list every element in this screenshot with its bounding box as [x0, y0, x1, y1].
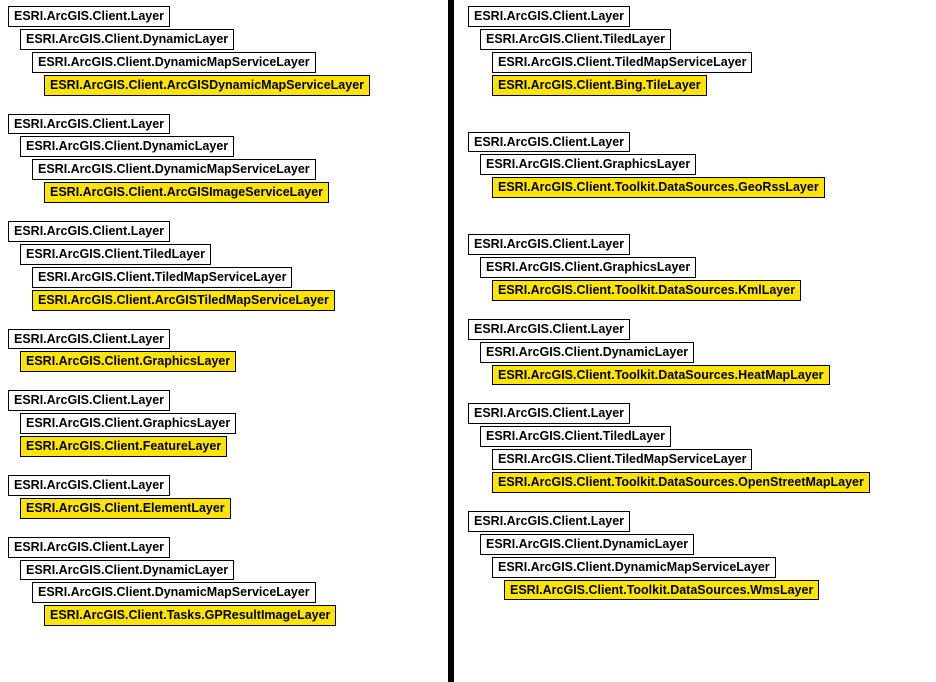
class-node: ESRI.ArcGIS.Client.DynamicMapServiceLaye…	[32, 159, 316, 180]
class-node: ESRI.ArcGIS.Client.DynamicLayer	[20, 136, 234, 157]
class-node-highlight: ESRI.ArcGIS.Client.FeatureLayer	[20, 436, 227, 457]
class-node-highlight: ESRI.ArcGIS.Client.ArcGISDynamicMapServi…	[44, 75, 370, 96]
class-node-highlight: ESRI.ArcGIS.Client.Tasks.GPResultImageLa…	[44, 605, 336, 626]
class-node: ESRI.ArcGIS.Client.Layer	[468, 511, 630, 532]
class-node-highlight: ESRI.ArcGIS.Client.Toolkit.DataSources.G…	[492, 177, 825, 198]
class-node: ESRI.ArcGIS.Client.Layer	[8, 537, 170, 558]
class-node: ESRI.ArcGIS.Client.TiledMapServiceLayer	[32, 267, 292, 288]
class-node: ESRI.ArcGIS.Client.DynamicLayer	[20, 29, 234, 50]
class-node: ESRI.ArcGIS.Client.Layer	[468, 6, 630, 27]
hierarchy-group: ESRI.ArcGIS.Client.LayerESRI.ArcGIS.Clie…	[8, 6, 440, 98]
class-node: ESRI.ArcGIS.Client.Layer	[8, 6, 170, 27]
hierarchy-group: ESRI.ArcGIS.Client.LayerESRI.ArcGIS.Clie…	[8, 221, 440, 313]
class-node: ESRI.ArcGIS.Client.DynamicMapServiceLaye…	[32, 582, 316, 603]
hierarchy-group: ESRI.ArcGIS.Client.LayerESRI.ArcGIS.Clie…	[8, 329, 440, 375]
class-node: ESRI.ArcGIS.Client.Layer	[468, 319, 630, 340]
hierarchy-group: ESRI.ArcGIS.Client.LayerESRI.ArcGIS.Clie…	[468, 132, 928, 201]
class-node: ESRI.ArcGIS.Client.Layer	[8, 390, 170, 411]
class-node: ESRI.ArcGIS.Client.GraphicsLayer	[480, 154, 696, 175]
class-node-highlight: ESRI.ArcGIS.Client.ElementLayer	[20, 498, 231, 519]
class-node-highlight: ESRI.ArcGIS.Client.ArcGISTiledMapService…	[32, 290, 335, 311]
class-node: ESRI.ArcGIS.Client.Layer	[468, 234, 630, 255]
class-node-highlight: ESRI.ArcGIS.Client.Toolkit.DataSources.O…	[492, 472, 870, 493]
class-node: ESRI.ArcGIS.Client.GraphicsLayer	[480, 257, 696, 278]
class-node: ESRI.ArcGIS.Client.TiledMapServiceLayer	[492, 449, 752, 470]
hierarchy-group: ESRI.ArcGIS.Client.LayerESRI.ArcGIS.Clie…	[468, 403, 928, 495]
class-node: ESRI.ArcGIS.Client.Layer	[8, 221, 170, 242]
class-node-highlight: ESRI.ArcGIS.Client.Bing.TileLayer	[492, 75, 707, 96]
class-node: ESRI.ArcGIS.Client.TiledMapServiceLayer	[492, 52, 752, 73]
class-node: ESRI.ArcGIS.Client.Layer	[8, 475, 170, 496]
diagram-columns: ESRI.ArcGIS.Client.LayerESRI.ArcGIS.Clie…	[0, 0, 936, 682]
class-node: ESRI.ArcGIS.Client.GraphicsLayer	[20, 413, 236, 434]
class-node: ESRI.ArcGIS.Client.Layer	[8, 329, 170, 350]
class-node-highlight: ESRI.ArcGIS.Client.Toolkit.DataSources.K…	[492, 280, 801, 301]
class-node: ESRI.ArcGIS.Client.Layer	[468, 403, 630, 424]
class-node-highlight: ESRI.ArcGIS.Client.Toolkit.DataSources.W…	[504, 580, 819, 601]
class-node: ESRI.ArcGIS.Client.Layer	[8, 114, 170, 135]
class-node: ESRI.ArcGIS.Client.DynamicLayer	[480, 342, 694, 363]
class-node: ESRI.ArcGIS.Client.DynamicLayer	[480, 534, 694, 555]
hierarchy-group: ESRI.ArcGIS.Client.LayerESRI.ArcGIS.Clie…	[8, 114, 440, 206]
class-node: ESRI.ArcGIS.Client.TiledLayer	[480, 426, 671, 447]
left-column: ESRI.ArcGIS.Client.LayerESRI.ArcGIS.Clie…	[0, 0, 448, 682]
class-node: ESRI.ArcGIS.Client.TiledLayer	[480, 29, 671, 50]
class-node: ESRI.ArcGIS.Client.DynamicLayer	[20, 560, 234, 581]
hierarchy-group: ESRI.ArcGIS.Client.LayerESRI.ArcGIS.Clie…	[468, 234, 928, 303]
class-node: ESRI.ArcGIS.Client.DynamicMapServiceLaye…	[492, 557, 776, 578]
hierarchy-group: ESRI.ArcGIS.Client.LayerESRI.ArcGIS.Clie…	[8, 390, 440, 459]
hierarchy-group: ESRI.ArcGIS.Client.LayerESRI.ArcGIS.Clie…	[8, 475, 440, 521]
class-node-highlight: ESRI.ArcGIS.Client.Toolkit.DataSources.H…	[492, 365, 830, 386]
hierarchy-group: ESRI.ArcGIS.Client.LayerESRI.ArcGIS.Clie…	[8, 537, 440, 629]
class-node-highlight: ESRI.ArcGIS.Client.ArcGISImageServiceLay…	[44, 182, 329, 203]
class-node: ESRI.ArcGIS.Client.DynamicMapServiceLaye…	[32, 52, 316, 73]
hierarchy-group: ESRI.ArcGIS.Client.LayerESRI.ArcGIS.Clie…	[468, 511, 928, 603]
right-column: ESRI.ArcGIS.Client.LayerESRI.ArcGIS.Clie…	[454, 0, 936, 682]
class-node: ESRI.ArcGIS.Client.Layer	[468, 132, 630, 153]
hierarchy-group: ESRI.ArcGIS.Client.LayerESRI.ArcGIS.Clie…	[468, 6, 928, 98]
hierarchy-group: ESRI.ArcGIS.Client.LayerESRI.ArcGIS.Clie…	[468, 319, 928, 388]
class-node-highlight: ESRI.ArcGIS.Client.GraphicsLayer	[20, 351, 236, 372]
class-node: ESRI.ArcGIS.Client.TiledLayer	[20, 244, 211, 265]
